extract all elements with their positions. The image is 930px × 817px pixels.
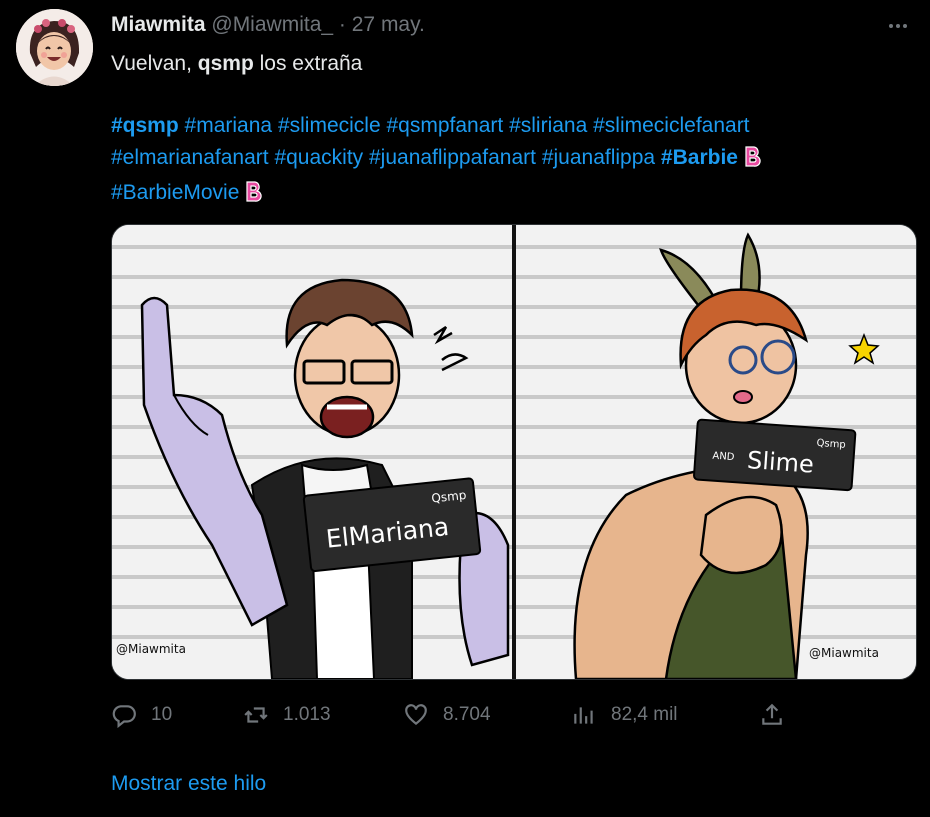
barbie-icon	[741, 144, 765, 178]
views-icon	[574, 707, 593, 724]
retweet-icon	[244, 707, 268, 723]
hashtag[interactable]: #BarbieMovie	[111, 181, 239, 204]
text-suffix: los extraña	[253, 52, 363, 75]
right-card-small: AND	[712, 451, 735, 464]
more-icon[interactable]	[884, 12, 912, 40]
right-card-text: Slime	[746, 446, 815, 479]
reply-button[interactable]: 10	[111, 698, 172, 732]
retweet-count: 1.013	[283, 704, 331, 725]
hashtag-line-3: #BarbieMovie	[111, 177, 911, 213]
hashtag[interactable]: #mariana	[185, 114, 273, 137]
like-icon	[405, 704, 427, 726]
author-handle[interactable]: @Miawmita_	[211, 13, 333, 36]
right-watermark: @Miawmita	[809, 646, 879, 660]
tweet-text: Vuelvan, qsmp los extraña	[111, 48, 911, 80]
hashtag[interactable]: #juanaflippa	[542, 146, 655, 169]
hashtag[interactable]: #slimecicle	[278, 114, 381, 137]
media-panel-left[interactable]: ElMariana Qsmp @Miawmita	[112, 225, 512, 679]
views-button[interactable]: 82,4 mil	[571, 698, 678, 732]
hashtags: #qsmp #mariana #slimecicle #qsmpfanart #…	[111, 110, 911, 213]
like-count: 8.704	[443, 704, 491, 725]
hashtag[interactable]: #qsmpfanart	[386, 114, 503, 137]
tweet-actions: 10 1.013 8.704 82,4 mil	[111, 698, 911, 732]
right-card-label: Qsmp	[816, 438, 846, 451]
views-count: 82,4 mil	[611, 704, 678, 725]
hashtag[interactable]: #juanaflippafanart	[369, 146, 536, 169]
show-thread-link[interactable]: Mostrar este hilo	[111, 772, 266, 796]
media-panel-right[interactable]: AND Slime Qsmp @Miawmita	[516, 225, 916, 679]
retweet-button[interactable]: 1.013	[243, 698, 331, 732]
tweet-header: Miawmita @Miawmita_ · 27 may.	[111, 12, 425, 38]
hashtag[interactable]: #slimeciclefanart	[593, 114, 749, 137]
share-button[interactable]	[759, 698, 799, 732]
hashtag-line-2: #elmarianafanart #quackity #juanaflippaf…	[111, 142, 911, 178]
avatar-illustration	[16, 9, 93, 86]
avatar[interactable]	[16, 9, 93, 86]
tweet-media[interactable]: ElMariana Qsmp @Miawmita AND Slime Qsmp …	[111, 224, 917, 680]
hashtag[interactable]: #sliriana	[509, 114, 587, 137]
hashtag-line-1: #qsmp #mariana #slimecicle #qsmpfanart #…	[111, 110, 911, 142]
hashtag[interactable]: #qsmp	[111, 114, 179, 137]
share-icon	[762, 703, 782, 725]
barbie-icon	[242, 179, 266, 213]
text-bold: qsmp	[197, 52, 254, 75]
separator: ·	[338, 13, 346, 36]
left-watermark: @Miawmita	[116, 642, 186, 656]
reply-icon	[112, 705, 136, 728]
author-name[interactable]: Miawmita	[111, 13, 206, 36]
hashtag[interactable]: #elmarianafanart	[111, 146, 269, 169]
hashtag[interactable]: #Barbie	[661, 146, 738, 169]
tweet-date[interactable]: 27 may.	[352, 13, 425, 36]
mugshot-illustration-left: ElMariana Qsmp @Miawmita	[112, 225, 512, 679]
hashtag[interactable]: #quackity	[274, 146, 363, 169]
text-prefix: Vuelvan,	[111, 52, 198, 75]
mugshot-illustration-right: AND Slime Qsmp @Miawmita	[516, 225, 916, 679]
reply-count: 10	[151, 704, 173, 725]
like-button[interactable]: 8.704	[403, 698, 491, 732]
